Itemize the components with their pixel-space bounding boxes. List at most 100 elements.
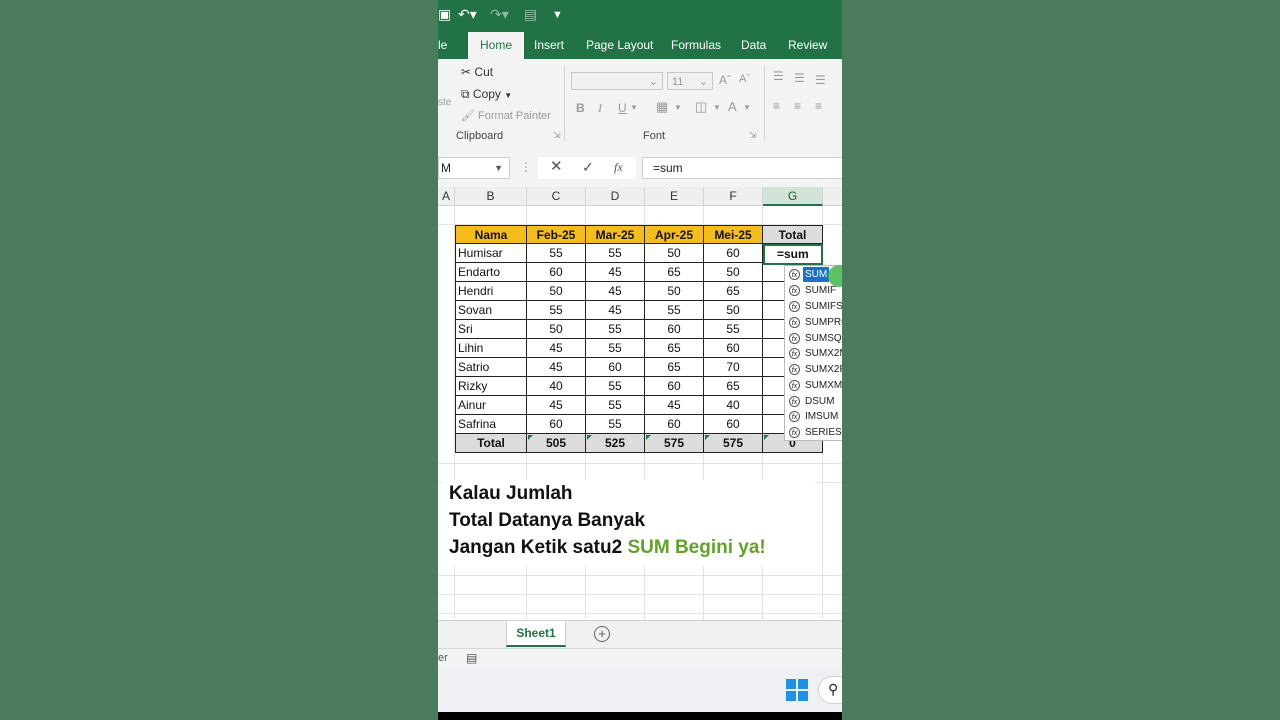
cell-feb[interactable]: 40 bbox=[527, 377, 586, 396]
column-header-g[interactable]: G bbox=[763, 187, 823, 206]
align-bottom-icon[interactable]: ☰ bbox=[815, 73, 826, 87]
autocomplete-item[interactable]: fx SERIESSUM bbox=[785, 425, 842, 440]
autocomplete-item[interactable]: fx SUMIFS bbox=[785, 299, 842, 314]
windows-start-icon[interactable] bbox=[786, 679, 808, 701]
cell-feb[interactable]: 45 bbox=[527, 339, 586, 358]
cell-apr[interactable]: 60 bbox=[645, 415, 704, 434]
save-icon[interactable]: ▣ bbox=[438, 6, 451, 23]
column-header-c[interactable]: C bbox=[527, 187, 586, 206]
borders-icon[interactable]: ▦ bbox=[656, 99, 668, 115]
shrink-font-icon[interactable]: Aˇ bbox=[739, 73, 750, 85]
autocomplete-item[interactable]: fx SUMXMY2 bbox=[785, 378, 842, 393]
cell-nama[interactable]: Endarto bbox=[455, 263, 527, 282]
copy-button[interactable]: ⧉ Copy ▼ bbox=[461, 87, 512, 102]
tab-data[interactable]: Data bbox=[741, 32, 766, 59]
autocomplete-item[interactable]: fx IMSUM bbox=[785, 409, 842, 424]
cell-mei[interactable]: 50 bbox=[704, 263, 763, 282]
chevron-down-icon[interactable]: ▼ bbox=[743, 103, 751, 112]
cell-mar[interactable]: 55 bbox=[586, 415, 645, 434]
cell-feb[interactable]: 60 bbox=[527, 263, 586, 282]
accessibility-icon[interactable]: ▤ bbox=[466, 651, 477, 665]
cell-feb[interactable]: 50 bbox=[527, 320, 586, 339]
enter-icon[interactable]: ✓ bbox=[582, 157, 594, 177]
font-launcher-icon[interactable]: ⇲ bbox=[749, 130, 757, 141]
font-size-combo[interactable]: 11 ⌄ bbox=[667, 72, 713, 90]
cell-apr[interactable]: 45 bbox=[645, 396, 704, 415]
bold-button[interactable]: B bbox=[576, 101, 585, 115]
table-header-nama[interactable]: Nama bbox=[455, 225, 527, 244]
cell-mei[interactable]: 40 bbox=[704, 396, 763, 415]
name-box[interactable]: M ▼ bbox=[438, 157, 510, 179]
cell-feb[interactable]: 45 bbox=[527, 358, 586, 377]
cell-apr[interactable]: 50 bbox=[645, 244, 704, 263]
cell-nama[interactable]: Safrina bbox=[455, 415, 527, 434]
cell-mei[interactable]: 60 bbox=[704, 339, 763, 358]
cell-feb[interactable]: 45 bbox=[527, 396, 586, 415]
cell-total-mei[interactable]: 575 bbox=[704, 434, 763, 453]
font-color-icon[interactable]: A bbox=[728, 99, 737, 114]
cell-apr[interactable]: 60 bbox=[645, 320, 704, 339]
table-header-apr[interactable]: Apr-25 bbox=[645, 225, 704, 244]
column-header-h[interactable] bbox=[823, 187, 842, 206]
cell-apr[interactable]: 65 bbox=[645, 358, 704, 377]
paste-button[interactable]: ste bbox=[438, 97, 451, 108]
autocomplete-item[interactable]: fx SUMX2PY2 bbox=[785, 362, 842, 377]
column-header-e[interactable]: E bbox=[645, 187, 704, 206]
cell-feb[interactable]: 60 bbox=[527, 415, 586, 434]
cell-mar[interactable]: 45 bbox=[586, 263, 645, 282]
cell-mei[interactable]: 65 bbox=[704, 282, 763, 301]
cell-nama[interactable]: Humisar bbox=[455, 244, 527, 263]
undo-icon[interactable]: ↶▾ bbox=[458, 6, 477, 23]
worksheet-grid[interactable]: A B C D E F G Nama Feb-25 Mar-25 Apr-25 … bbox=[438, 187, 842, 620]
cell-mar[interactable]: 55 bbox=[586, 339, 645, 358]
cell-mei[interactable]: 50 bbox=[704, 301, 763, 320]
font-name-combo[interactable]: ⌄ bbox=[571, 72, 663, 90]
active-cell-g3[interactable]: =sum bbox=[763, 244, 823, 265]
tab-review[interactable]: Review bbox=[788, 32, 827, 59]
insert-function-icon[interactable]: fx bbox=[614, 157, 623, 177]
cell-total-feb[interactable]: 505 bbox=[527, 434, 586, 453]
align-left-icon[interactable]: ≡ bbox=[773, 99, 780, 113]
cell-apr[interactable]: 65 bbox=[645, 263, 704, 282]
autocomplete-item[interactable]: fx SUMX2MY2 bbox=[785, 346, 842, 361]
cell-nama[interactable]: Satrio bbox=[455, 358, 527, 377]
cell-mar[interactable]: 55 bbox=[586, 244, 645, 263]
cell-total-mar[interactable]: 525 bbox=[586, 434, 645, 453]
underline-button[interactable]: U bbox=[618, 101, 627, 115]
cell-nama[interactable]: Sovan bbox=[455, 301, 527, 320]
cell-apr[interactable]: 50 bbox=[645, 282, 704, 301]
cell-feb[interactable]: 55 bbox=[527, 301, 586, 320]
cut-button[interactable]: ✂ Cut bbox=[461, 65, 493, 79]
chevron-down-icon[interactable]: ▼ bbox=[630, 103, 638, 112]
table-header-mar[interactable]: Mar-25 bbox=[586, 225, 645, 244]
autocomplete-item[interactable]: fx DSUM bbox=[785, 394, 842, 409]
cell-mei[interactable]: 60 bbox=[704, 415, 763, 434]
cell-mar[interactable]: 60 bbox=[586, 358, 645, 377]
table-header-total[interactable]: Total bbox=[763, 225, 823, 244]
cell-mar[interactable]: 55 bbox=[586, 396, 645, 415]
column-header-a[interactable]: A bbox=[438, 187, 455, 206]
cell-mei[interactable]: 60 bbox=[704, 244, 763, 263]
cell-nama[interactable]: Ainur bbox=[455, 396, 527, 415]
cell-total-apr[interactable]: 575 bbox=[645, 434, 704, 453]
align-center-icon[interactable]: ≡ bbox=[794, 99, 801, 113]
column-header-f[interactable]: F bbox=[704, 187, 763, 206]
cell-nama[interactable]: Hendri bbox=[455, 282, 527, 301]
cell-nama[interactable]: Rizky bbox=[455, 377, 527, 396]
sheet-tab-sheet1[interactable]: Sheet1 bbox=[506, 621, 566, 647]
cell-apr[interactable]: 60 bbox=[645, 377, 704, 396]
italic-button[interactable]: I bbox=[598, 101, 602, 116]
fill-color-icon[interactable]: ◫ bbox=[695, 99, 707, 115]
autocomplete-item[interactable]: fx SUMSQ bbox=[785, 331, 842, 346]
cell-feb[interactable]: 50 bbox=[527, 282, 586, 301]
align-middle-icon[interactable]: ☰ bbox=[794, 71, 805, 85]
cell-mar[interactable]: 55 bbox=[586, 320, 645, 339]
cell-mei[interactable]: 70 bbox=[704, 358, 763, 377]
align-top-icon[interactable]: ☰ bbox=[773, 69, 784, 83]
tab-file[interactable]: le bbox=[438, 32, 447, 59]
cell-mar[interactable]: 55 bbox=[586, 377, 645, 396]
cell-apr[interactable]: 55 bbox=[645, 301, 704, 320]
grow-font-icon[interactable]: Aˆ bbox=[719, 73, 731, 87]
cell-mei[interactable]: 55 bbox=[704, 320, 763, 339]
table-header-mei[interactable]: Mei-25 bbox=[704, 225, 763, 244]
